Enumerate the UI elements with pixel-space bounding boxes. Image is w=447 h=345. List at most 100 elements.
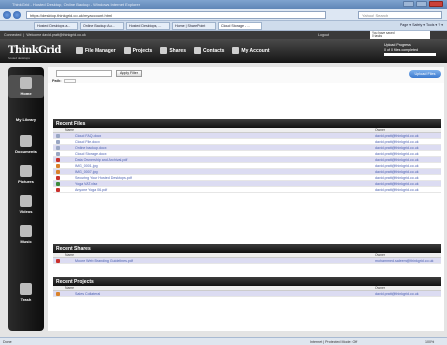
recent-files-list: Cloud FAQ.docx david.pratt@thinkgrid.co.u… <box>53 133 441 193</box>
file-icon <box>56 176 60 180</box>
main-menu: File Manager Projects Shares Contacts My… <box>76 47 270 54</box>
file-name-link[interactable]: Sales Collateral <box>75 292 100 296</box>
file-name-link[interactable]: Cloud FAQ.docx <box>75 134 101 138</box>
search-input[interactable]: Yahoo! Search <box>358 11 442 19</box>
maximize-button[interactable] <box>416 1 427 7</box>
zoom-level[interactable]: 100% <box>425 340 434 344</box>
table-row[interactable]: Sales Collateral david.pratt@thinkgrid.co… <box>53 291 441 297</box>
folder-icon <box>76 47 83 54</box>
close-button[interactable] <box>429 1 443 7</box>
menu-projects[interactable]: Projects <box>123 47 152 54</box>
owner-link[interactable]: david.pratt@thinkgrid.co.uk <box>375 170 419 174</box>
apply-filter-button[interactable]: Apply Filter <box>116 70 142 77</box>
file-name-link[interactable]: Securing Your Hosted Desktops.pdf <box>75 176 132 180</box>
file-name-link[interactable]: Moore Web Branding Guidelines.pdf <box>75 259 133 263</box>
tab-5[interactable]: Cloud Storage - ... <box>218 22 262 30</box>
file-name-link[interactable]: Online backup.docx <box>75 146 107 150</box>
recent-files-section: Recent Files Name Owner Cloud FAQ.docx da… <box>53 119 441 193</box>
upload-progress: Upload Progress 0 of 0 files completed <box>384 43 439 57</box>
file-name-link[interactable]: Anyone Yoga 06.pdf <box>75 188 107 192</box>
app-header: ThinkGrid hosted desktops File Manager P… <box>0 39 447 63</box>
file-icon <box>56 158 60 162</box>
tab-bar: Hosted Desktops a... Online Backup Au...… <box>0 21 447 31</box>
owner-link[interactable]: mohammed.saleem@thinkgrid.co.uk <box>375 259 433 263</box>
tab-2[interactable]: Online Backup Au... <box>80 22 124 30</box>
browser-titlebar: ThinkGrid - Hosted Desktop, Online Backu… <box>0 0 447 9</box>
sidebar-item-pictures[interactable]: Pictures <box>8 165 44 184</box>
menu-contacts[interactable]: Contacts <box>194 47 224 54</box>
file-icon <box>56 182 60 186</box>
owner-link[interactable]: david.pratt@thinkgrid.co.uk <box>375 176 419 180</box>
music-icon <box>20 225 32 237</box>
file-name-link[interactable]: IMG_0007.jpg <box>75 170 98 174</box>
menu-file-manager[interactable]: File Manager <box>76 47 116 54</box>
owner-link[interactable]: david.pratt@thinkgrid.co.uk <box>375 134 419 138</box>
owner-link[interactable]: david.pratt@thinkgrid.co.uk <box>375 164 419 168</box>
path-field[interactable] <box>63 79 76 83</box>
owner-link[interactable]: david.pratt@thinkgrid.co.uk <box>375 292 419 296</box>
status-bar: Done Internet | Protected Mode: Off 100% <box>0 337 447 345</box>
file-icon <box>56 164 60 168</box>
connection-status: Connected | Welcome david.pratt@thinkgri… <box>4 33 86 37</box>
path-breadcrumb: Path: <box>52 79 76 83</box>
connection-bar: Connected | Welcome david.pratt@thinkgri… <box>0 31 447 39</box>
table-row[interactable]: Anyone Yoga 06.pdf david.pratt@thinkgrid.… <box>53 187 441 193</box>
sidebar-item-videos[interactable]: Videos <box>8 195 44 214</box>
security-zone: Internet | Protected Mode: Off <box>310 340 358 344</box>
menu-shares[interactable]: Shares <box>160 47 186 54</box>
pictures-icon <box>20 165 32 177</box>
owner-link[interactable]: david.pratt@thinkgrid.co.uk <box>375 146 419 150</box>
file-icon <box>56 146 60 150</box>
sidebar: Home My Library Documents Pictures Video… <box>8 67 44 331</box>
tab-3[interactable]: Hosted Desktops, ... <box>126 22 170 30</box>
owner-link[interactable]: david.pratt@thinkgrid.co.uk <box>375 188 419 192</box>
file-name-link[interactable]: Cloud File.docx <box>75 140 100 144</box>
owner-link[interactable]: david.pratt@thinkgrid.co.uk <box>375 182 419 186</box>
logo[interactable]: ThinkGrid hosted desktops <box>8 45 61 60</box>
tab-1[interactable]: Hosted Desktops a... <box>34 22 78 30</box>
window-controls <box>403 1 443 7</box>
forward-icon[interactable] <box>13 11 21 19</box>
recent-projects-section: Recent Projects Name Owner Sales Collate… <box>53 277 441 297</box>
owner-link[interactable]: david.pratt@thinkgrid.co.uk <box>375 140 419 144</box>
sidebar-item-music[interactable]: Music <box>8 225 44 244</box>
recent-projects-list: Sales Collateral david.pratt@thinkgrid.co… <box>53 291 441 297</box>
sidebar-item-my-library[interactable]: My Library <box>8 117 44 122</box>
file-name-link[interactable]: Data Ownership and Archival.pdf <box>75 158 127 162</box>
contacts-icon <box>194 47 201 54</box>
recent-files-title: Recent Files <box>53 119 441 128</box>
back-icon[interactable] <box>3 11 11 19</box>
recent-shares-section: Recent Shares Name Owner Moore Web Brand… <box>53 244 441 264</box>
url-field[interactable]: https://desktop.thinkgrid.co.uk/myaccoun… <box>26 11 326 19</box>
tasks-box: You have saved 0 tasks <box>370 31 430 39</box>
table-row[interactable]: Moore Web Branding Guidelines.pdf mohamme… <box>53 258 441 264</box>
sidebar-item-home[interactable]: Home <box>8 75 44 98</box>
owner-link[interactable]: david.pratt@thinkgrid.co.uk <box>375 158 419 162</box>
logout-link[interactable]: Logout <box>318 33 329 37</box>
filter-input[interactable] <box>56 70 112 77</box>
file-name-link[interactable]: Yoga VAT.xlsx <box>75 182 97 186</box>
owner-link[interactable]: david.pratt@thinkgrid.co.uk <box>375 152 419 156</box>
file-name-link[interactable]: IMG_0001.jpg <box>75 164 98 168</box>
menu-my-account[interactable]: My Account <box>232 47 270 54</box>
file-icon <box>56 170 60 174</box>
progress-bar <box>384 53 436 57</box>
file-icon <box>56 140 60 144</box>
tab-4[interactable]: Home | SharePoint <box>172 22 216 30</box>
recent-projects-title: Recent Projects <box>53 277 441 286</box>
account-icon <box>232 47 240 54</box>
file-icon <box>56 152 60 156</box>
minimize-button[interactable] <box>403 1 414 7</box>
file-name-link[interactable]: Cloud Storage.docx <box>75 152 107 156</box>
shares-icon <box>160 47 168 54</box>
documents-icon <box>20 135 32 147</box>
file-icon <box>56 134 60 138</box>
browser-tools[interactable]: Page ▾ Safety ▾ Tools ▾ ? ▾ <box>400 23 443 27</box>
address-bar: https://desktop.thinkgrid.co.uk/myaccoun… <box>0 9 447 21</box>
sidebar-item-trash[interactable]: Trash <box>8 283 44 302</box>
sidebar-item-documents[interactable]: Documents <box>8 135 44 154</box>
upload-files-button[interactable]: Upload Files <box>409 70 441 78</box>
file-icon <box>56 188 60 192</box>
home-icon <box>20 77 32 89</box>
recent-shares-list: Moore Web Branding Guidelines.pdf mohamme… <box>53 258 441 264</box>
